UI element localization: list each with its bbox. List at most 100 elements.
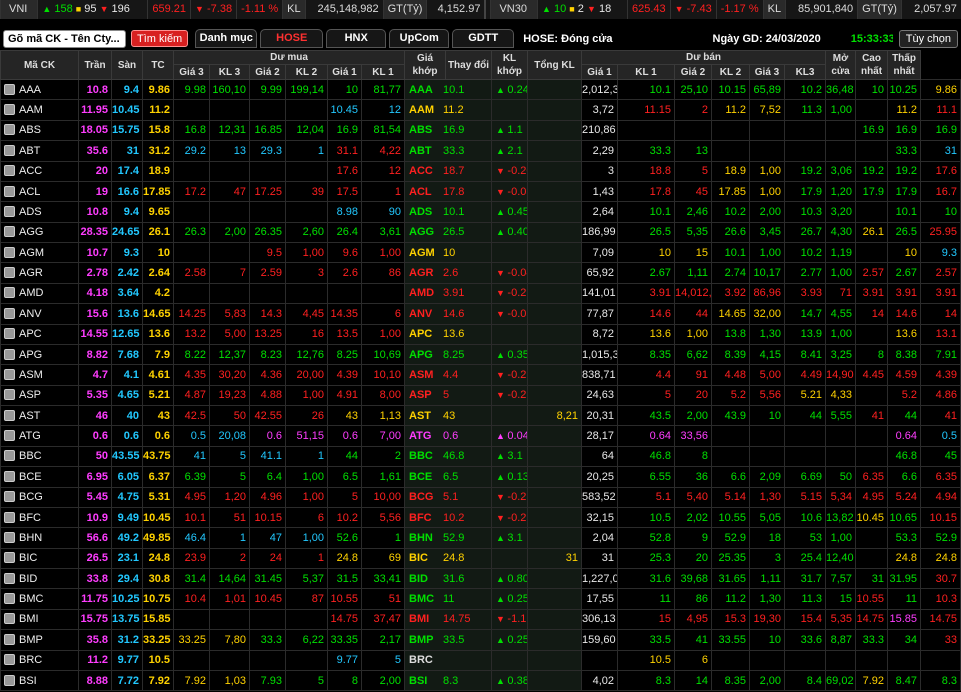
cell-symbol[interactable]: BID (0, 567, 79, 590)
cell-symbol[interactable]: AST (0, 404, 79, 427)
checkbox-icon[interactable] (4, 531, 15, 543)
checkbox-icon[interactable] (4, 572, 15, 584)
cell-symbol[interactable]: APG (0, 343, 79, 366)
cell-symbol[interactable]: BRC (0, 649, 79, 671)
checkbox-icon[interactable] (4, 328, 15, 340)
table-row[interactable]: BRC 11.2 9.77 10.5 9.77 5 BRC 10.5 6 (0, 649, 961, 671)
table-row[interactable]: AGG 28.35 24.65 26.1 26.3 2,00 26.35 2,60 26.4 3,… (0, 221, 961, 244)
table-row[interactable]: BCE 6.95 6.05 6.37 6.39 5 6.4 1,00 6.5 1,61 BCE 6.5… (0, 466, 961, 488)
table-row[interactable]: AAM 11.95 10.45 11.2 10.45 12 AAM 11.2 3,72 11.15… (0, 99, 961, 121)
checkbox-icon[interactable] (4, 613, 15, 625)
checkbox-icon[interactable] (4, 287, 15, 299)
table-row[interactable]: BHN 56.6 49.2 49.85 46.4 1 47 1,00 52.6 1 BHN 52.9 ▲… (0, 527, 961, 549)
index-vn30[interactable]: VN30 ▲ 10 ■ 2 ▼ 18 625.43 ▼ -7.43 -1.17 … (490, 0, 961, 19)
cell-symbol[interactable]: BCE (0, 466, 79, 488)
checkbox-icon[interactable] (4, 633, 15, 645)
cell-symbol[interactable]: BMI (0, 608, 79, 631)
checkbox-icon[interactable] (4, 124, 15, 136)
checkbox-icon[interactable] (4, 450, 15, 462)
tab-watchlist[interactable]: Danh mục (195, 29, 258, 48)
table-row[interactable]: AST 46 40 43 42.5 50 42.55 26 43 1,13 AST 43 8,21 20,… (0, 404, 961, 427)
checkbox-icon[interactable] (4, 593, 15, 605)
checkbox-icon[interactable] (4, 267, 15, 279)
cell-symbol[interactable]: BBC (0, 445, 79, 468)
checkbox-icon[interactable] (4, 389, 15, 401)
table-row[interactable]: BBC 50 43.55 43.75 41 5 41.1 1 44 2 BBC 46.8 ▲ 3.1 64… (0, 445, 961, 468)
checkbox-icon[interactable] (4, 409, 15, 421)
table-row[interactable]: ACC2017.418.917.612ACC18.7▼ -0.20318.851… (0, 160, 961, 182)
tab-upcom[interactable]: UpCom (389, 29, 450, 48)
tab-hose[interactable]: HOSE (260, 29, 324, 48)
cell-symbol[interactable]: AGR (0, 262, 79, 284)
index-vni[interactable]: VNI ▲ 158 ■ 95 ▼ 196 659.21 ▼ -7.38 -1.1… (0, 0, 487, 19)
table-row[interactable]: BMI 15.75 13.75 15.85 14.75 37,47 BMI 14.75 ▼ -1… (0, 608, 961, 631)
table-row[interactable]: AMD4.183.644.2AMD3.91▼ -0.29141,013.9114… (0, 282, 961, 305)
checkbox-icon[interactable] (4, 654, 15, 666)
cell-symbol[interactable]: ACL (0, 180, 79, 203)
search-input[interactable] (3, 29, 126, 48)
cell-symbol[interactable]: BSI (0, 669, 79, 692)
checkbox-icon[interactable] (4, 470, 15, 482)
checkbox-icon[interactable] (4, 205, 15, 217)
tab-hnx[interactable]: HNX (326, 29, 387, 48)
tab-gdtt[interactable]: GDTT (452, 29, 515, 48)
checkbox-icon[interactable] (4, 511, 15, 523)
checkbox-icon[interactable] (4, 307, 15, 319)
table-row[interactable]: ANV 15.6 13.6 14.65 14.25 5,83 14.3 4,45 14.35 6 A… (0, 303, 961, 325)
checkbox-icon[interactable] (4, 165, 15, 177)
table-row[interactable]: ADS 10.8 9.4 9.65 8.98 90 ADS 10.1 ▲ 0.45 2,64 10.… (0, 201, 961, 223)
table-row[interactable]: APC 14.55 12.65 13.6 13.2 5,00 13.25 16 13.5 1,00… (0, 323, 961, 345)
cell-symbol[interactable]: AAM (0, 99, 79, 121)
table-row[interactable]: ABS 18.05 15.75 15.8 16.8 12,31 16.85 12,04 16.9… (0, 119, 961, 142)
cell-symbol[interactable]: AMD (0, 282, 79, 305)
checkbox-icon[interactable] (4, 430, 15, 442)
checkbox-icon[interactable] (4, 246, 15, 258)
cell-symbol[interactable]: BCG (0, 486, 79, 508)
table-row[interactable]: ASM 4.7 4.1 4.61 4.35 30,20 4.36 20,00 4.39 10,10… (0, 364, 961, 386)
checkbox-icon[interactable] (4, 104, 15, 116)
table-row[interactable]: BID 33.8 29.4 30.8 31.4 14,64 31.45 5,37 31.5 33,… (0, 567, 961, 590)
search-button[interactable]: Tìm kiếm (131, 30, 189, 47)
cell-symbol[interactable]: APC (0, 323, 79, 345)
cell-symbol[interactable]: BHN (0, 527, 79, 549)
cell-symbol[interactable]: ABS (0, 119, 79, 142)
table-row[interactable]: ABT 35.6 31 31.2 29.2 13 29.3 1 31.1 4,22 ABT 33.3 ▲… (0, 140, 961, 162)
table-row[interactable]: BSI 8.88 7.72 7.92 7.92 1,03 7.93 5 8 2,00 BSI 8.3 ▲… (0, 669, 961, 692)
header-symbol[interactable]: Mã CK (0, 50, 79, 80)
cell-symbol[interactable]: ATG (0, 425, 79, 447)
table-row[interactable]: BCG 5.45 4.75 5.31 4.95 1,20 4.96 1,00 5 10,00 BCG… (0, 486, 961, 508)
checkbox-icon[interactable] (4, 83, 15, 95)
table-row[interactable]: BMC 11.75 10.25 10.75 10.4 1,01 10.45 87 10.55 51… (0, 588, 961, 610)
cell-symbol[interactable]: BIC (0, 547, 79, 570)
table-row[interactable]: APG 8.82 7.68 7.9 8.22 12,37 8.23 12,76 8.25 10,6… (0, 343, 961, 366)
checkbox-icon[interactable] (4, 185, 15, 197)
cell-symbol[interactable]: ANV (0, 303, 79, 325)
table-row[interactable]: ATG 0.6 0.6 0.6 0.5 20,08 0.6 51,15 0.6 7,00 ATG 0.… (0, 425, 961, 447)
checkbox-icon[interactable] (4, 552, 15, 564)
checkbox-icon[interactable] (4, 144, 15, 156)
cell-symbol[interactable]: ASM (0, 364, 79, 386)
cell-symbol[interactable]: BMC (0, 588, 79, 610)
cell-symbol[interactable]: ADS (0, 201, 79, 223)
cell-symbol[interactable]: BFC (0, 506, 79, 529)
options-button[interactable]: Tùy chọn (898, 29, 958, 48)
table-row[interactable]: AAA 10.8 9.4 9.86 9.98 160,10 9.99 199,14 10 81,7… (0, 78, 961, 101)
table-row[interactable]: BMP 35.8 31.2 33.25 33.25 7,80 33.3 6,22 33.35 2,… (0, 629, 961, 651)
cell-symbol[interactable]: ABT (0, 140, 79, 162)
table-row[interactable]: BFC 10.9 9.49 10.45 10.1 51 10.15 6 10.2 5,56 BFC 1… (0, 506, 961, 529)
table-row[interactable]: BIC 26.5 23.1 24.8 23.9 2 24 1 24.8 69 BIC 24.8 31 31… (0, 547, 961, 570)
checkbox-icon[interactable] (4, 674, 15, 686)
checkbox-icon[interactable] (4, 368, 15, 380)
cell-symbol[interactable]: BMP (0, 629, 79, 651)
checkbox-icon[interactable] (4, 226, 15, 238)
cell-symbol[interactable]: ASP (0, 384, 79, 407)
table-row[interactable]: ACL 19 16.6 17.85 17.2 47 17.25 39 17.5 1 ACL 17.8 ▼… (0, 180, 961, 203)
cell-symbol[interactable]: AGM (0, 241, 79, 264)
checkbox-icon[interactable] (4, 348, 15, 360)
checkbox-icon[interactable] (4, 491, 15, 503)
table-row[interactable]: AGM 10.7 9.3 10 9.5 1,00 9.6 1,00 AGM 10 7,09 10 15 1… (0, 241, 961, 264)
cell-symbol[interactable]: AAA (0, 78, 79, 101)
cell-symbol[interactable]: ACC (0, 160, 79, 182)
table-row[interactable]: ASP 5.35 4.65 5.21 4.87 19,23 4.88 1,00 4.91 8,00… (0, 384, 961, 407)
table-row[interactable]: AGR 2.78 2.42 2.64 2.58 7 2.59 3 2.6 86 AGR 2.6 ▼ -0… (0, 262, 961, 284)
